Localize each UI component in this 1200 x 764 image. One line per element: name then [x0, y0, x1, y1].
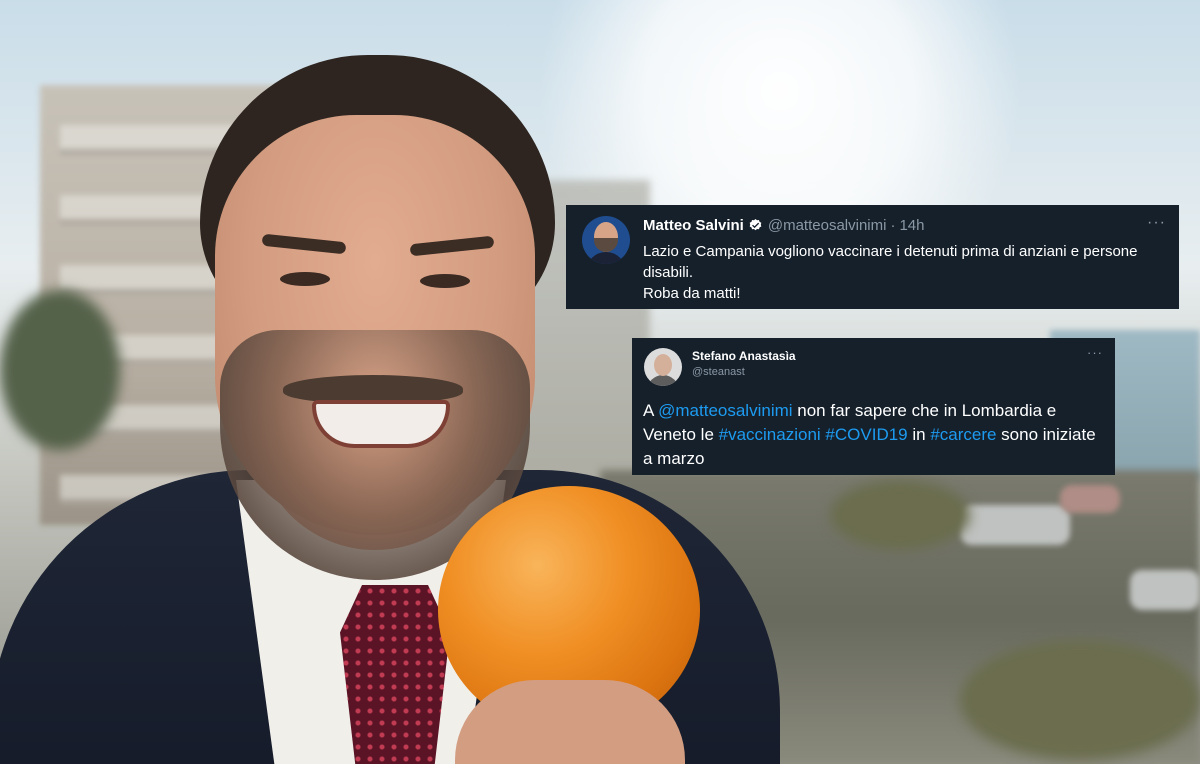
parked-car: [1060, 485, 1120, 513]
tweet-text-line: Lazio e Campania vogliono vaccinare i de…: [643, 243, 1138, 281]
avatar[interactable]: [582, 216, 630, 264]
bush: [960, 640, 1200, 760]
parked-car: [1130, 570, 1200, 610]
tie: [340, 585, 450, 764]
text-segment: A: [643, 401, 659, 420]
avatar-body: [586, 252, 626, 264]
tweet-card-salvini[interactable]: Matteo Salvini @matteosalvinimi · 14h ··…: [566, 205, 1179, 309]
tweet-card-anastasia[interactable]: Stefano Anastasìa @steanast ··· A @matte…: [632, 338, 1115, 475]
handle[interactable]: @steanast: [692, 366, 745, 378]
separator-dot: ·: [890, 217, 896, 234]
hashtag-link[interactable]: #COVID19: [825, 425, 907, 444]
tweet-header: Stefano Anastasìa: [692, 349, 796, 363]
handle[interactable]: @matteosalvinimi: [768, 217, 887, 234]
display-name[interactable]: Stefano Anastasìa: [692, 349, 796, 363]
text-segment: in: [907, 425, 931, 444]
parked-car: [960, 505, 1070, 545]
avatar-face: [654, 354, 672, 376]
tweet-header: Matteo Salvini @matteosalvinimi · 14h: [643, 217, 924, 234]
mention-link[interactable]: @matteosalvinimi: [658, 401, 792, 420]
avatar[interactable]: [644, 348, 682, 386]
tweet-text: Lazio e Campania vogliono vaccinare i de…: [643, 241, 1168, 304]
timestamp[interactable]: 14h: [899, 217, 924, 234]
display-name[interactable]: Matteo Salvini: [643, 217, 744, 234]
mustache: [283, 375, 463, 403]
hashtag-link[interactable]: #vaccinazioni: [719, 425, 821, 444]
verified-badge-icon: [749, 218, 762, 231]
bush: [830, 480, 970, 550]
avatar-body: [647, 375, 679, 386]
hashtag-link[interactable]: #carcere: [930, 425, 996, 444]
tree: [0, 290, 120, 450]
eye: [420, 274, 470, 288]
more-options-icon[interactable]: ···: [1087, 346, 1103, 359]
tweet-text: A @matteosalvinimi non far sapere che in…: [643, 399, 1108, 471]
more-options-icon[interactable]: ···: [1147, 215, 1166, 231]
eye: [280, 272, 330, 286]
tweet-text-line: Roba da matti!: [643, 285, 741, 302]
avatar-beard: [594, 238, 618, 252]
smile: [312, 400, 450, 448]
